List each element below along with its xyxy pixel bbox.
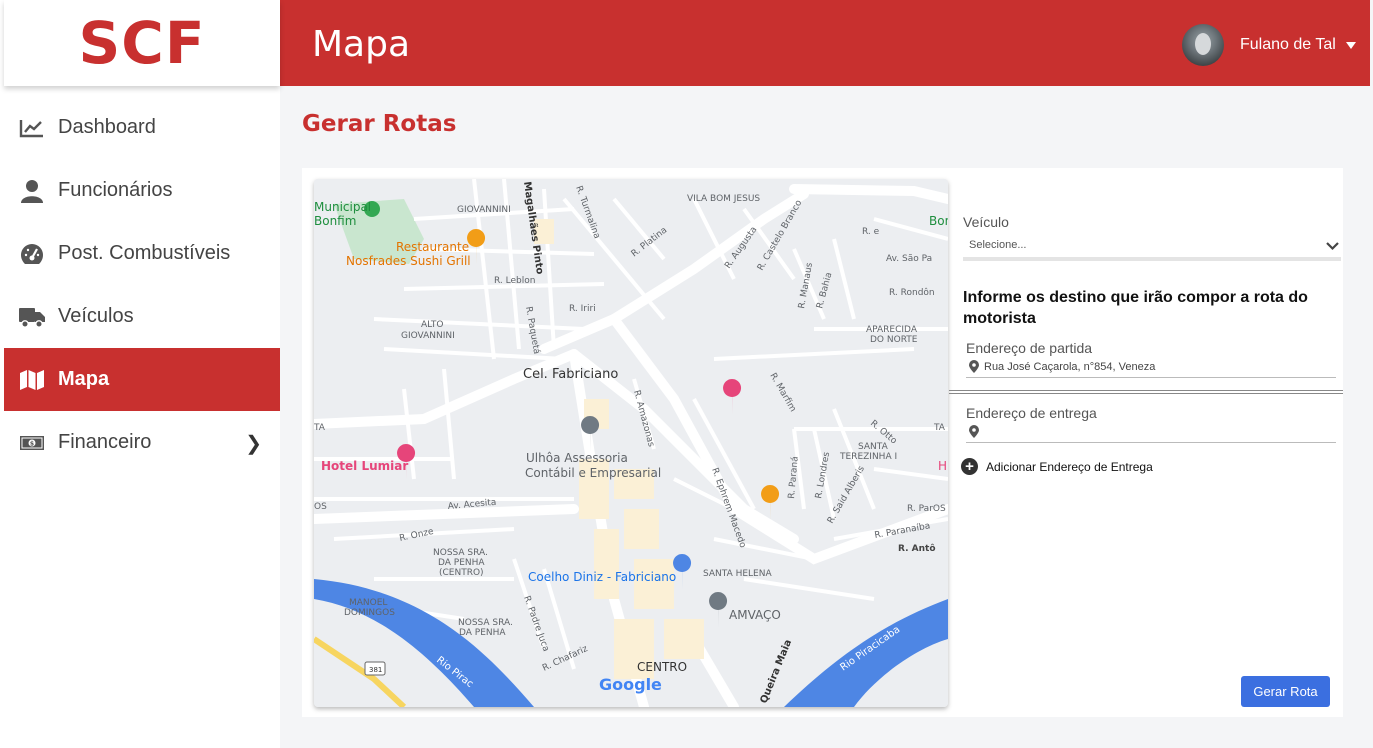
svg-text:APARECIDA: APARECIDA bbox=[866, 325, 918, 335]
sidebar: SCF Dashboard Funcionários Post. Combust… bbox=[0, 0, 280, 748]
delivery-address-label: Endereço de entrega bbox=[966, 405, 1097, 421]
svg-text:Restaurante: Restaurante bbox=[396, 240, 469, 254]
sidebar-item-postos[interactable]: Post. Combustíveis bbox=[0, 222, 280, 285]
svg-text:R. Iriri: R. Iriri bbox=[569, 304, 596, 314]
svg-text:$: $ bbox=[30, 440, 34, 447]
svg-text:ALTO: ALTO bbox=[421, 320, 444, 330]
svg-text:Hotel Lumiar: Hotel Lumiar bbox=[321, 459, 408, 473]
map-pin-icon bbox=[969, 425, 979, 438]
logo[interactable]: SCF bbox=[4, 0, 280, 86]
svg-text:Bonfim: Bonfim bbox=[314, 214, 356, 228]
sidebar-item-funcionarios[interactable]: Funcionários bbox=[0, 159, 280, 222]
svg-text:Av. São Pa: Av. São Pa bbox=[886, 254, 932, 264]
svg-text:R. Rondôn: R. Rondôn bbox=[889, 287, 935, 298]
svg-text:NOSSA SRA.: NOSSA SRA. bbox=[433, 548, 488, 558]
user-icon bbox=[18, 177, 46, 205]
svg-text:MANOEL: MANOEL bbox=[349, 598, 387, 608]
svg-text:TA: TA bbox=[314, 423, 326, 433]
svg-text:OS: OS bbox=[314, 502, 327, 512]
sidebar-item-mapa[interactable]: Mapa bbox=[4, 348, 280, 411]
svg-text:DA PENHA: DA PENHA bbox=[438, 558, 485, 568]
svg-text:VILA BOM JESUS: VILA BOM JESUS bbox=[687, 194, 760, 204]
route-instructions-heading: Informe os destino que irão compor a rot… bbox=[963, 289, 1308, 327]
truck-icon bbox=[18, 303, 46, 331]
logo-text: SCF bbox=[78, 9, 206, 77]
section-divider bbox=[949, 390, 1343, 394]
sidebar-item-label: Veículos bbox=[58, 305, 134, 327]
avatar[interactable] bbox=[1182, 24, 1224, 66]
svg-text:R. ParOS: R. ParOS bbox=[907, 504, 946, 514]
google-logo: Google bbox=[599, 675, 662, 694]
chart-line-icon bbox=[18, 114, 46, 142]
delivery-address-field[interactable] bbox=[966, 421, 1336, 443]
plus-circle-icon: + bbox=[961, 458, 978, 475]
map-pin-icon bbox=[969, 360, 979, 373]
sidebar-item-label: Mapa bbox=[58, 368, 110, 390]
svg-text:381: 381 bbox=[369, 666, 382, 674]
start-address-field[interactable]: Rua José Caçarola, n°854, Veneza bbox=[966, 356, 1336, 378]
sidebar-item-veiculos[interactable]: Veículos bbox=[0, 285, 280, 348]
start-address-label: Endereço de partida bbox=[966, 340, 1093, 356]
svg-text:Coelho Diniz - Fabriciano: Coelho Diniz - Fabriciano bbox=[528, 570, 676, 584]
page-header-title: Mapa bbox=[312, 24, 411, 65]
svg-text:(CENTRO): (CENTRO) bbox=[439, 568, 484, 578]
svg-text:DO NORTE: DO NORTE bbox=[870, 335, 918, 345]
svg-text:H: H bbox=[938, 459, 947, 473]
svg-text:R. Leblon: R. Leblon bbox=[494, 276, 535, 286]
svg-text:TA: TA bbox=[933, 423, 946, 433]
add-delivery-address-button[interactable]: + Adicionar Endereço de Entrega bbox=[961, 458, 1153, 475]
svg-text:DOMINGOS: DOMINGOS bbox=[344, 608, 395, 618]
svg-text:GIOVANNINI: GIOVANNINI bbox=[401, 331, 455, 341]
sidebar-item-label: Dashboard bbox=[58, 116, 156, 138]
svg-text:Contábil e Empresarial: Contábil e Empresarial bbox=[525, 466, 661, 480]
svg-text:GIOVANNINI: GIOVANNINI bbox=[457, 205, 511, 215]
chevron-right-icon: ❯ bbox=[245, 433, 262, 455]
sidebar-item-label: Post. Combustíveis bbox=[58, 242, 231, 264]
add-delivery-address-label: Adicionar Endereço de Entrega bbox=[986, 459, 1153, 474]
sidebar-nav: Dashboard Funcionários Post. Combustívei… bbox=[0, 96, 280, 474]
svg-text:CENTRO: CENTRO bbox=[637, 660, 687, 674]
start-address-value: Rua José Caçarola, n°854, Veneza bbox=[984, 360, 1156, 373]
gauge-icon bbox=[18, 240, 46, 268]
user-name[interactable]: Fulano de Tal bbox=[1240, 36, 1336, 54]
generate-route-button[interactable]: Gerar Rota bbox=[1241, 676, 1330, 707]
svg-text:AMVAÇO: AMVAÇO bbox=[729, 608, 781, 622]
svg-text:Nosfrades Sushi Grill: Nosfrades Sushi Grill bbox=[346, 254, 471, 268]
page-title: Gerar Rotas bbox=[302, 111, 457, 137]
caret-down-icon[interactable] bbox=[1346, 40, 1356, 50]
chevron-down-icon[interactable] bbox=[1326, 241, 1339, 251]
sidebar-item-dashboard[interactable]: Dashboard bbox=[0, 96, 280, 159]
svg-text:Ulhôa Assessoria: Ulhôa Assessoria bbox=[526, 451, 628, 465]
route-card: Municipal Bonfim GIOVANNINI Magalhães Pi… bbox=[302, 168, 1343, 717]
map-view[interactable]: Municipal Bonfim GIOVANNINI Magalhães Pi… bbox=[314, 179, 948, 707]
vehicle-label: Veículo bbox=[963, 214, 1009, 230]
svg-text:NOSSA SRA.: NOSSA SRA. bbox=[458, 618, 513, 628]
svg-text:SANTA: SANTA bbox=[858, 442, 889, 452]
map-icon bbox=[18, 366, 46, 394]
svg-text:Municipal: Municipal bbox=[314, 200, 371, 214]
svg-text:R. e: R. e bbox=[862, 227, 880, 237]
sidebar-item-financeiro[interactable]: $ Financeiro ❯ bbox=[0, 411, 280, 474]
money-icon: $ bbox=[18, 429, 46, 457]
vehicle-select[interactable]: Selecione... bbox=[969, 239, 1026, 251]
svg-text:Bonfim: Bonfim bbox=[929, 214, 948, 228]
svg-text:TEREZINHA I: TEREZINHA I bbox=[839, 452, 897, 462]
svg-text:R. Antô: R. Antô bbox=[898, 543, 936, 554]
top-header: Mapa Fulano de Tal bbox=[280, 0, 1370, 86]
route-form: Veículo Selecione... Informe os destino … bbox=[949, 168, 1343, 717]
sidebar-item-label: Funcionários bbox=[58, 179, 173, 201]
vehicle-select-underline bbox=[963, 257, 1341, 261]
svg-text:DA PENHA: DA PENHA bbox=[459, 628, 506, 638]
svg-text:Cel. Fabriciano: Cel. Fabriciano bbox=[523, 367, 618, 382]
svg-text:SANTA HELENA: SANTA HELENA bbox=[703, 569, 772, 579]
sidebar-item-label: Financeiro bbox=[58, 431, 152, 453]
